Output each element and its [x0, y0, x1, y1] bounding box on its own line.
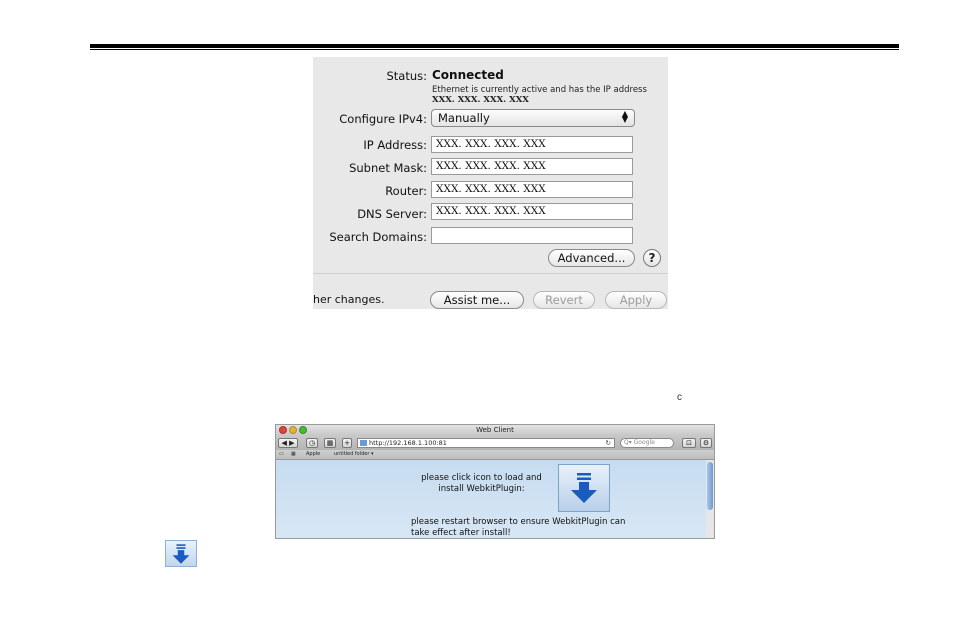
scrollbar-thumb[interactable] — [707, 462, 713, 510]
configure-ipv4-value: Manually — [438, 111, 490, 125]
browser-titlebar: Web Client — [276, 425, 714, 436]
bookmarks-book-icon[interactable]: ▦ — [324, 438, 336, 448]
settings-gear-icon[interactable]: ⚙ — [700, 438, 712, 448]
search-field[interactable]: Q▾ Google — [620, 438, 674, 448]
status-description-text: Ethernet is currently active and has the… — [432, 85, 647, 95]
favicon-icon — [360, 440, 367, 446]
configure-ipv4-select[interactable]: Manually ▲ ▼ — [431, 109, 635, 127]
status-description: Ethernet is currently active and has the… — [432, 85, 647, 105]
help-button[interactable]: ? — [643, 249, 661, 267]
address-url: http://192.168.1.100:81 — [369, 439, 447, 447]
page-content: please click icon to load and install We… — [276, 460, 706, 538]
bookmarks-bar: ▭ ▦ Apple untitled folder ▾ — [276, 450, 714, 460]
advanced-button[interactable]: Advanced... — [548, 249, 635, 267]
status-description-ip: XXX. XXX. XXX. XXX — [432, 95, 529, 105]
install-plugin-button[interactable] — [558, 464, 610, 512]
ip-address-label: IP Address: — [363, 138, 427, 152]
plugin-download-icon — [165, 540, 197, 567]
subnet-mask-label: Subnet Mask: — [349, 161, 427, 175]
panel-separator — [313, 273, 668, 274]
reading-list-icon[interactable]: ▭ — [279, 450, 284, 459]
status-label: Status: — [386, 69, 427, 83]
restart-instruction: please restart browser to ensure WebkitP… — [411, 517, 626, 538]
assist-me-button[interactable]: Assist me... — [430, 291, 524, 309]
header-rule-thin — [90, 49, 899, 50]
configure-ipv4-label: Configure IPv4: — [339, 112, 427, 126]
address-bar[interactable]: http://192.168.1.100:81 ↻ — [357, 438, 615, 448]
download-arrow-icon — [172, 543, 190, 564]
browser-toolbar: ◀ ▶ ◷ ▦ + http://192.168.1.100:81 ↻ Q▾ G… — [276, 436, 714, 450]
subnet-mask-field[interactable]: XXX. XXX. XXX. XXX — [431, 158, 633, 175]
download-arrow-icon — [571, 473, 597, 503]
search-domains-field[interactable] — [431, 227, 633, 244]
page-scrollbar[interactable] — [706, 460, 714, 538]
refresh-icon: c — [677, 392, 682, 403]
status-value: Connected — [432, 68, 504, 82]
page-menu-icon[interactable]: ⊡ — [682, 438, 696, 448]
network-preferences-panel: Status: Connected Ethernet is currently … — [313, 57, 668, 309]
dns-server-field[interactable]: XXX. XXX. XXX. XXX — [431, 203, 633, 220]
router-label: Router: — [385, 184, 427, 198]
header-rule-thick — [90, 44, 899, 48]
dns-server-label: DNS Server: — [357, 207, 427, 221]
ip-address-field[interactable]: XXX. XXX. XXX. XXX — [431, 136, 633, 153]
select-arrows-icon: ▲ ▼ — [621, 109, 628, 124]
reload-icon[interactable]: ↻ — [606, 439, 611, 447]
browser-window-title: Web Client — [476, 426, 514, 434]
top-sites-icon[interactable]: ▦ — [291, 450, 296, 459]
install-instruction: please click icon to load and install We… — [421, 473, 542, 494]
back-forward-buttons[interactable]: ◀ ▶ — [278, 438, 298, 448]
search-domains-label: Search Domains: — [329, 230, 427, 244]
add-bookmark-icon[interactable]: + — [342, 438, 352, 448]
router-field[interactable]: XXX. XXX. XXX. XXX — [431, 181, 633, 198]
apply-button[interactable]: Apply — [605, 291, 667, 309]
browser-window: Web Client ◀ ▶ ◷ ▦ + http://192.168.1.10… — [275, 424, 715, 539]
bookmark-apple[interactable]: Apple — [306, 450, 320, 459]
footnote-text: her changes. — [313, 293, 385, 306]
history-clock-icon[interactable]: ◷ — [306, 438, 318, 448]
revert-button[interactable]: Revert — [533, 291, 595, 309]
bookmark-untitled-folder[interactable]: untitled folder ▾ — [334, 450, 374, 459]
